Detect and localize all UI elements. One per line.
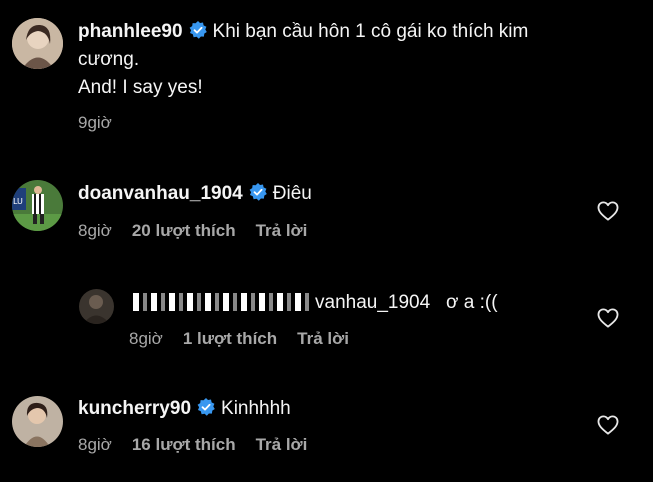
post-meta: 9giờ [78, 113, 112, 133]
post-username[interactable]: phanhlee90 [78, 21, 183, 42]
heart-outline-icon[interactable] [597, 308, 619, 328]
comment-text: Điêu [272, 183, 312, 204]
comment-timestamp[interactable]: 8giờ [78, 221, 112, 241]
comment-username[interactable]: kuncherry90 [78, 398, 191, 419]
comment-text: Kinhhhh [221, 398, 291, 419]
comment-meta: 8giờ 1 lượt thích Trả lời [129, 329, 349, 349]
like-count-button[interactable]: 1 lượt thích [183, 329, 277, 349]
avatar-image [79, 289, 114, 324]
comment-meta: 8giờ 16 lượt thích Trả lời [78, 435, 307, 455]
verified-badge-icon [249, 183, 267, 201]
avatar-image: LU [12, 180, 63, 231]
comment-meta: 8giờ 20 lượt thích Trả lời [78, 221, 307, 241]
like-count-button[interactable]: 16 lượt thích [132, 435, 236, 455]
comment-3: kuncherry90 Kinhhhh [78, 395, 291, 423]
post-caption: phanhlee90 Khi bạn cầu hôn 1 cô gái ko th… [78, 18, 638, 46]
post-timestamp[interactable]: 9giờ [78, 113, 112, 133]
comment-username[interactable]: doanvanhau_1904 [78, 183, 243, 204]
avatar-doanvanhau_1904[interactable]: LU [12, 180, 63, 231]
like-count-button[interactable]: 20 lượt thích [132, 221, 236, 241]
caption-text-line1: Khi bạn cầu hôn 1 cô gái ko thích kim [212, 21, 529, 42]
avatar-kuncherry90[interactable] [12, 396, 63, 447]
caption-text-line3: And! I say yes! [78, 77, 203, 98]
avatar-image [12, 396, 63, 447]
caption-text-line2: cương. [78, 49, 140, 70]
avatar-reply-user[interactable] [79, 289, 114, 324]
reply-button[interactable]: Trả lời [256, 221, 308, 241]
heart-outline-icon[interactable] [597, 415, 619, 435]
comment-username-visible[interactable]: vanhau_1904 [315, 292, 430, 313]
comment-2: vanhau_1904 ơ a :(( [133, 289, 498, 317]
comment-text: ơ a :(( [446, 292, 498, 313]
comment-1: doanvanhau_1904 Điêu [78, 180, 312, 208]
obscured-username [133, 293, 313, 311]
verified-badge-icon [197, 398, 215, 416]
svg-text:LU: LU [13, 197, 23, 206]
avatar-image [12, 18, 63, 69]
verified-badge-icon [189, 21, 207, 39]
comment-timestamp[interactable]: 8giờ [78, 435, 112, 455]
avatar-phanhlee90[interactable] [12, 18, 63, 69]
reply-button[interactable]: Trả lời [256, 435, 308, 455]
reply-button[interactable]: Trả lời [297, 329, 349, 349]
comment-timestamp[interactable]: 8giờ [129, 329, 163, 349]
heart-outline-icon[interactable] [597, 201, 619, 221]
